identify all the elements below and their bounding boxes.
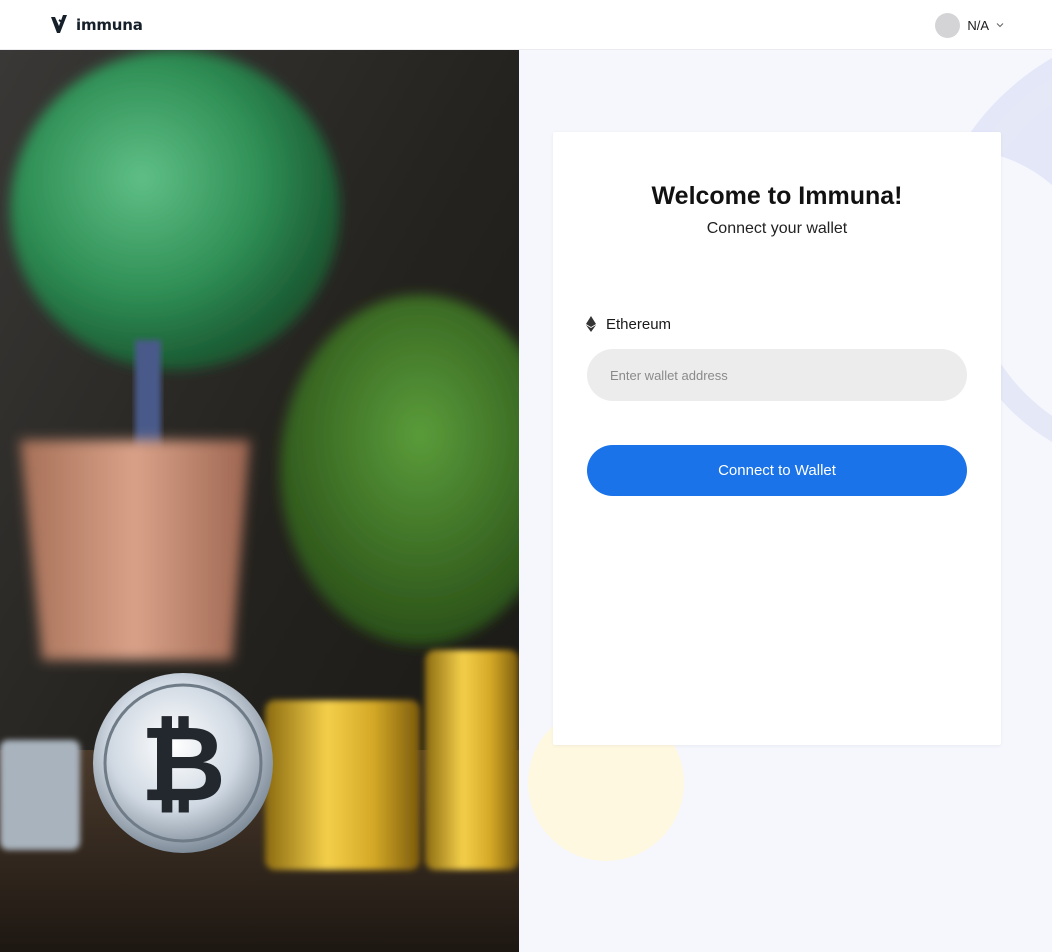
- hero-image: ₿: [0, 50, 519, 952]
- page-subtitle: Connect your wallet: [706, 220, 848, 237]
- wallet-address-input[interactable]: [587, 349, 967, 401]
- svg-text:₿: ₿: [140, 703, 226, 825]
- chevron-down-icon[interactable]: [996, 22, 1004, 28]
- brand-name: immuna: [76, 16, 143, 34]
- network-selector[interactable]: Ethereum: [586, 314, 671, 334]
- brand-logo[interactable]: immuna: [50, 13, 143, 37]
- user-name: N/A: [967, 17, 989, 33]
- connect-wallet-button[interactable]: Connect to Wallet: [587, 445, 967, 496]
- avatar[interactable]: [935, 12, 961, 38]
- wallet-connect-card: Welcome to Immuna! Connect your wallet E…: [553, 132, 1001, 745]
- ethereum-icon: [586, 316, 596, 332]
- network-label: Ethereum: [606, 315, 672, 333]
- immuna-logo-icon: [51, 15, 67, 33]
- user-menu[interactable]: N/A: [935, 12, 1004, 38]
- page-title: Welcome to Immuna!: [651, 182, 903, 210]
- top-navbar: immuna N/A: [0, 0, 1052, 50]
